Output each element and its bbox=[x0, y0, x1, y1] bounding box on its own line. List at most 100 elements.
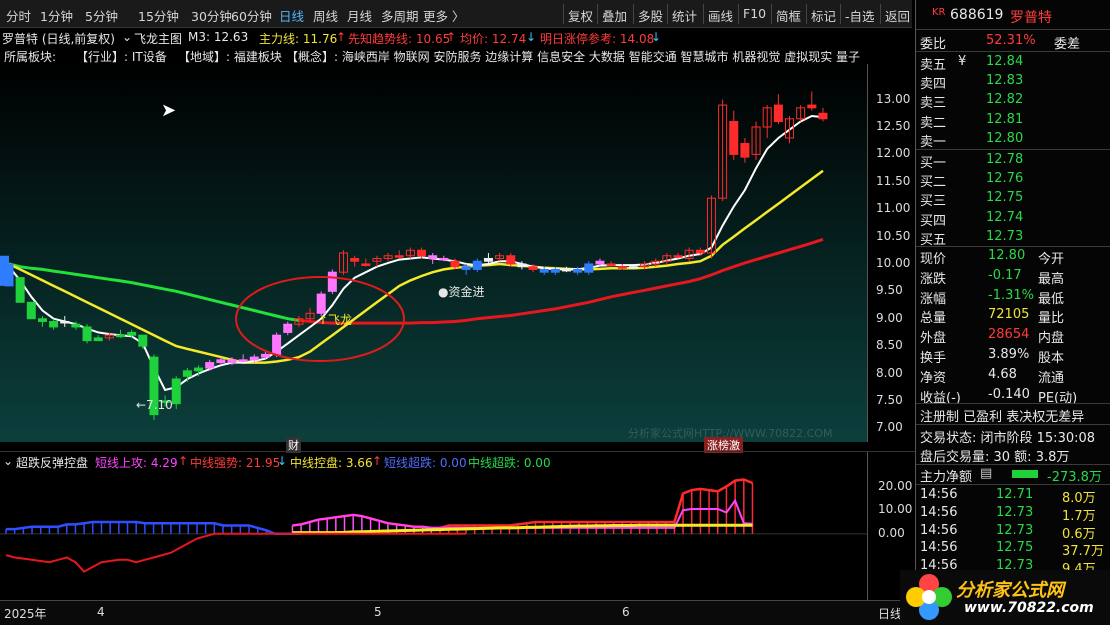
period-tab-5[interactable]: 60分钟 bbox=[231, 6, 272, 25]
toolbar-button-8[interactable]: -自选 bbox=[845, 6, 875, 25]
chevron-down-icon[interactable]: ⌄ bbox=[122, 30, 132, 44]
trend-line-red bbox=[298, 237, 824, 325]
webi-label: 委比 bbox=[920, 37, 947, 52]
stat-right-label: 流通 bbox=[1038, 370, 1065, 386]
candle-body bbox=[361, 263, 371, 266]
stock-title: 罗普特 (日线,前复权) bbox=[2, 32, 115, 46]
period-tab-4[interactable]: 30分钟 bbox=[191, 6, 232, 25]
stock-title-row: KR 688619 罗普特 bbox=[916, 6, 1110, 26]
tick-time: 14:56 bbox=[920, 487, 958, 502]
bid-price: 12.73 bbox=[986, 228, 1024, 244]
candle-body bbox=[227, 359, 237, 364]
toolbar-button-9[interactable]: 返回 bbox=[885, 6, 910, 25]
stat-row: 涨跌 -0.17 最高 bbox=[916, 267, 1110, 287]
candle-body bbox=[71, 323, 81, 328]
candle-body bbox=[249, 356, 259, 361]
stat-value: 72105 bbox=[988, 307, 1030, 323]
tick-row: 14:56 12.75 37.7万 bbox=[916, 539, 1110, 559]
period-tab-6[interactable]: 日线 bbox=[279, 6, 304, 25]
candle-body bbox=[562, 268, 571, 272]
period-tab-3[interactable]: 15分钟 bbox=[138, 6, 179, 25]
period-tab-10[interactable]: 更多 〉 bbox=[423, 6, 464, 25]
toolbar-button-1[interactable]: 叠加 bbox=[602, 6, 627, 25]
date-year: 2025年 bbox=[4, 607, 47, 621]
indicator-chart[interactable] bbox=[0, 470, 867, 600]
stat-row: 外盘 28654 内盘 bbox=[916, 326, 1110, 346]
period-tab-2[interactable]: 5分钟 bbox=[85, 6, 118, 25]
toolbar-button-5[interactable]: F10 bbox=[743, 6, 766, 21]
toolbar-button-2[interactable]: 多股 bbox=[638, 6, 663, 25]
price-axis: 13.00 12.50 12.00 11.50 11.00 10.50 10.00 9.50 9… bbox=[867, 64, 915, 442]
chevron-down-icon[interactable]: ⌄ bbox=[3, 454, 13, 468]
quote-panel: KR 688619 罗普特 委比 52.31% 委差 卖五 12.84 ¥ 卖四 12.83 卖三 12… bbox=[915, 0, 1110, 625]
stat-value: -1.31% bbox=[988, 287, 1034, 303]
kongpan-value: 中线控盘: 3.66 bbox=[290, 456, 373, 470]
bid-price: 12.75 bbox=[986, 190, 1024, 206]
date-month-6: 6 bbox=[622, 605, 630, 619]
tick-row: 14:56 12.71 8.0万 bbox=[916, 486, 1110, 506]
period-label[interactable]: 日线 bbox=[878, 605, 902, 622]
ask-label: 卖一 bbox=[920, 134, 947, 150]
webi-value: 52.31% bbox=[986, 33, 1036, 48]
sector-region: 【地域】: 福建板块 bbox=[178, 50, 282, 64]
ask-label: 卖三 bbox=[920, 96, 947, 112]
candle-body bbox=[316, 293, 326, 314]
candle-body bbox=[472, 260, 482, 270]
candle-body bbox=[0, 255, 9, 286]
candle-body bbox=[394, 255, 404, 258]
candlestick-chart[interactable]: ↑飞龙 ●资金进 ←7.10 bbox=[0, 64, 867, 442]
stat-label: 涨幅 bbox=[920, 291, 947, 307]
feilong-label: ↑飞龙 bbox=[318, 313, 352, 327]
zhuli-value: -273.8万 bbox=[1047, 470, 1102, 485]
period-tab-9[interactable]: 多周期 bbox=[381, 6, 419, 25]
candle-body bbox=[673, 255, 683, 258]
bid-row: 买四 12.74 bbox=[916, 209, 1110, 229]
price-tick: 12.50 bbox=[876, 119, 911, 133]
candle-body bbox=[483, 257, 493, 262]
toolbar-button-4[interactable]: 画线 bbox=[708, 6, 733, 25]
bid-label: 买二 bbox=[920, 175, 947, 191]
date-axis: 2025年 4 5 6 日线 bbox=[0, 600, 915, 625]
ask-label: 卖二 bbox=[920, 115, 947, 131]
ask-price: 12.82 bbox=[986, 92, 1024, 108]
sector-label: 所属板块: bbox=[4, 50, 57, 64]
mouse-cursor-icon: ➤ bbox=[161, 100, 177, 121]
ask-label: 卖五 bbox=[920, 58, 947, 73]
period-tab-0[interactable]: 分时 bbox=[6, 6, 31, 25]
period-tab-1[interactable]: 1分钟 bbox=[40, 6, 73, 25]
divider bbox=[916, 403, 1110, 404]
main-chart-name[interactable]: 飞龙主图 bbox=[134, 30, 182, 47]
toolbar-button-3[interactable]: 统计 bbox=[672, 6, 697, 25]
period-toolbar: 分时 1分钟 5分钟 15分钟 30分钟 60分钟 日线 周线 月线 多周期 更多 〉 复权 叠加 多股统… bbox=[0, 0, 912, 28]
tick-price: 12.71 bbox=[996, 487, 1034, 502]
after-row: 盘后交易量: 30 额: 3.8万 bbox=[916, 445, 1110, 465]
down-arrow-icon: ↓ bbox=[277, 454, 288, 468]
zhuli-value: 主力线: 11.76 bbox=[259, 32, 338, 46]
toolbar-button-6[interactable]: 简框 bbox=[776, 6, 801, 25]
ask-price: 12.80 bbox=[986, 130, 1024, 146]
price-tick: 7.50 bbox=[876, 392, 903, 407]
price-tick: 12.00 bbox=[876, 146, 911, 161]
bid-row: 买二 12.76 bbox=[916, 170, 1110, 191]
zhuli-bar bbox=[1012, 470, 1038, 478]
toolbar-button-0[interactable]: 复权 bbox=[568, 6, 593, 25]
stock-name: 罗普特 bbox=[1010, 10, 1052, 26]
stat-right-label: 股本 bbox=[1038, 351, 1065, 366]
toolbar-separator bbox=[806, 4, 807, 24]
zhuli-label: 主力净额 bbox=[920, 470, 973, 485]
period-tab-7[interactable]: 周线 bbox=[313, 6, 338, 25]
candle-body bbox=[82, 326, 92, 342]
stat-right-label: 今开 bbox=[1038, 252, 1065, 267]
indicator-name[interactable]: 超跌反弹控盘 bbox=[16, 454, 88, 471]
logo-url: www.70822.com bbox=[964, 600, 1094, 616]
candle-body bbox=[327, 271, 337, 292]
list-icon[interactable]: ▤ bbox=[980, 466, 992, 481]
indicator-tick: 20.00 bbox=[878, 478, 913, 493]
period-tab-8[interactable]: 月线 bbox=[347, 6, 372, 25]
logo-text: 分析家公式网 bbox=[956, 580, 1064, 601]
m3-value: M3: 12.63 bbox=[188, 30, 249, 44]
up-arrow-icon: ↑ bbox=[446, 30, 457, 44]
candle-body bbox=[506, 255, 516, 265]
toolbar-button-7[interactable]: 标记 bbox=[811, 6, 836, 25]
candle-body bbox=[37, 318, 47, 322]
